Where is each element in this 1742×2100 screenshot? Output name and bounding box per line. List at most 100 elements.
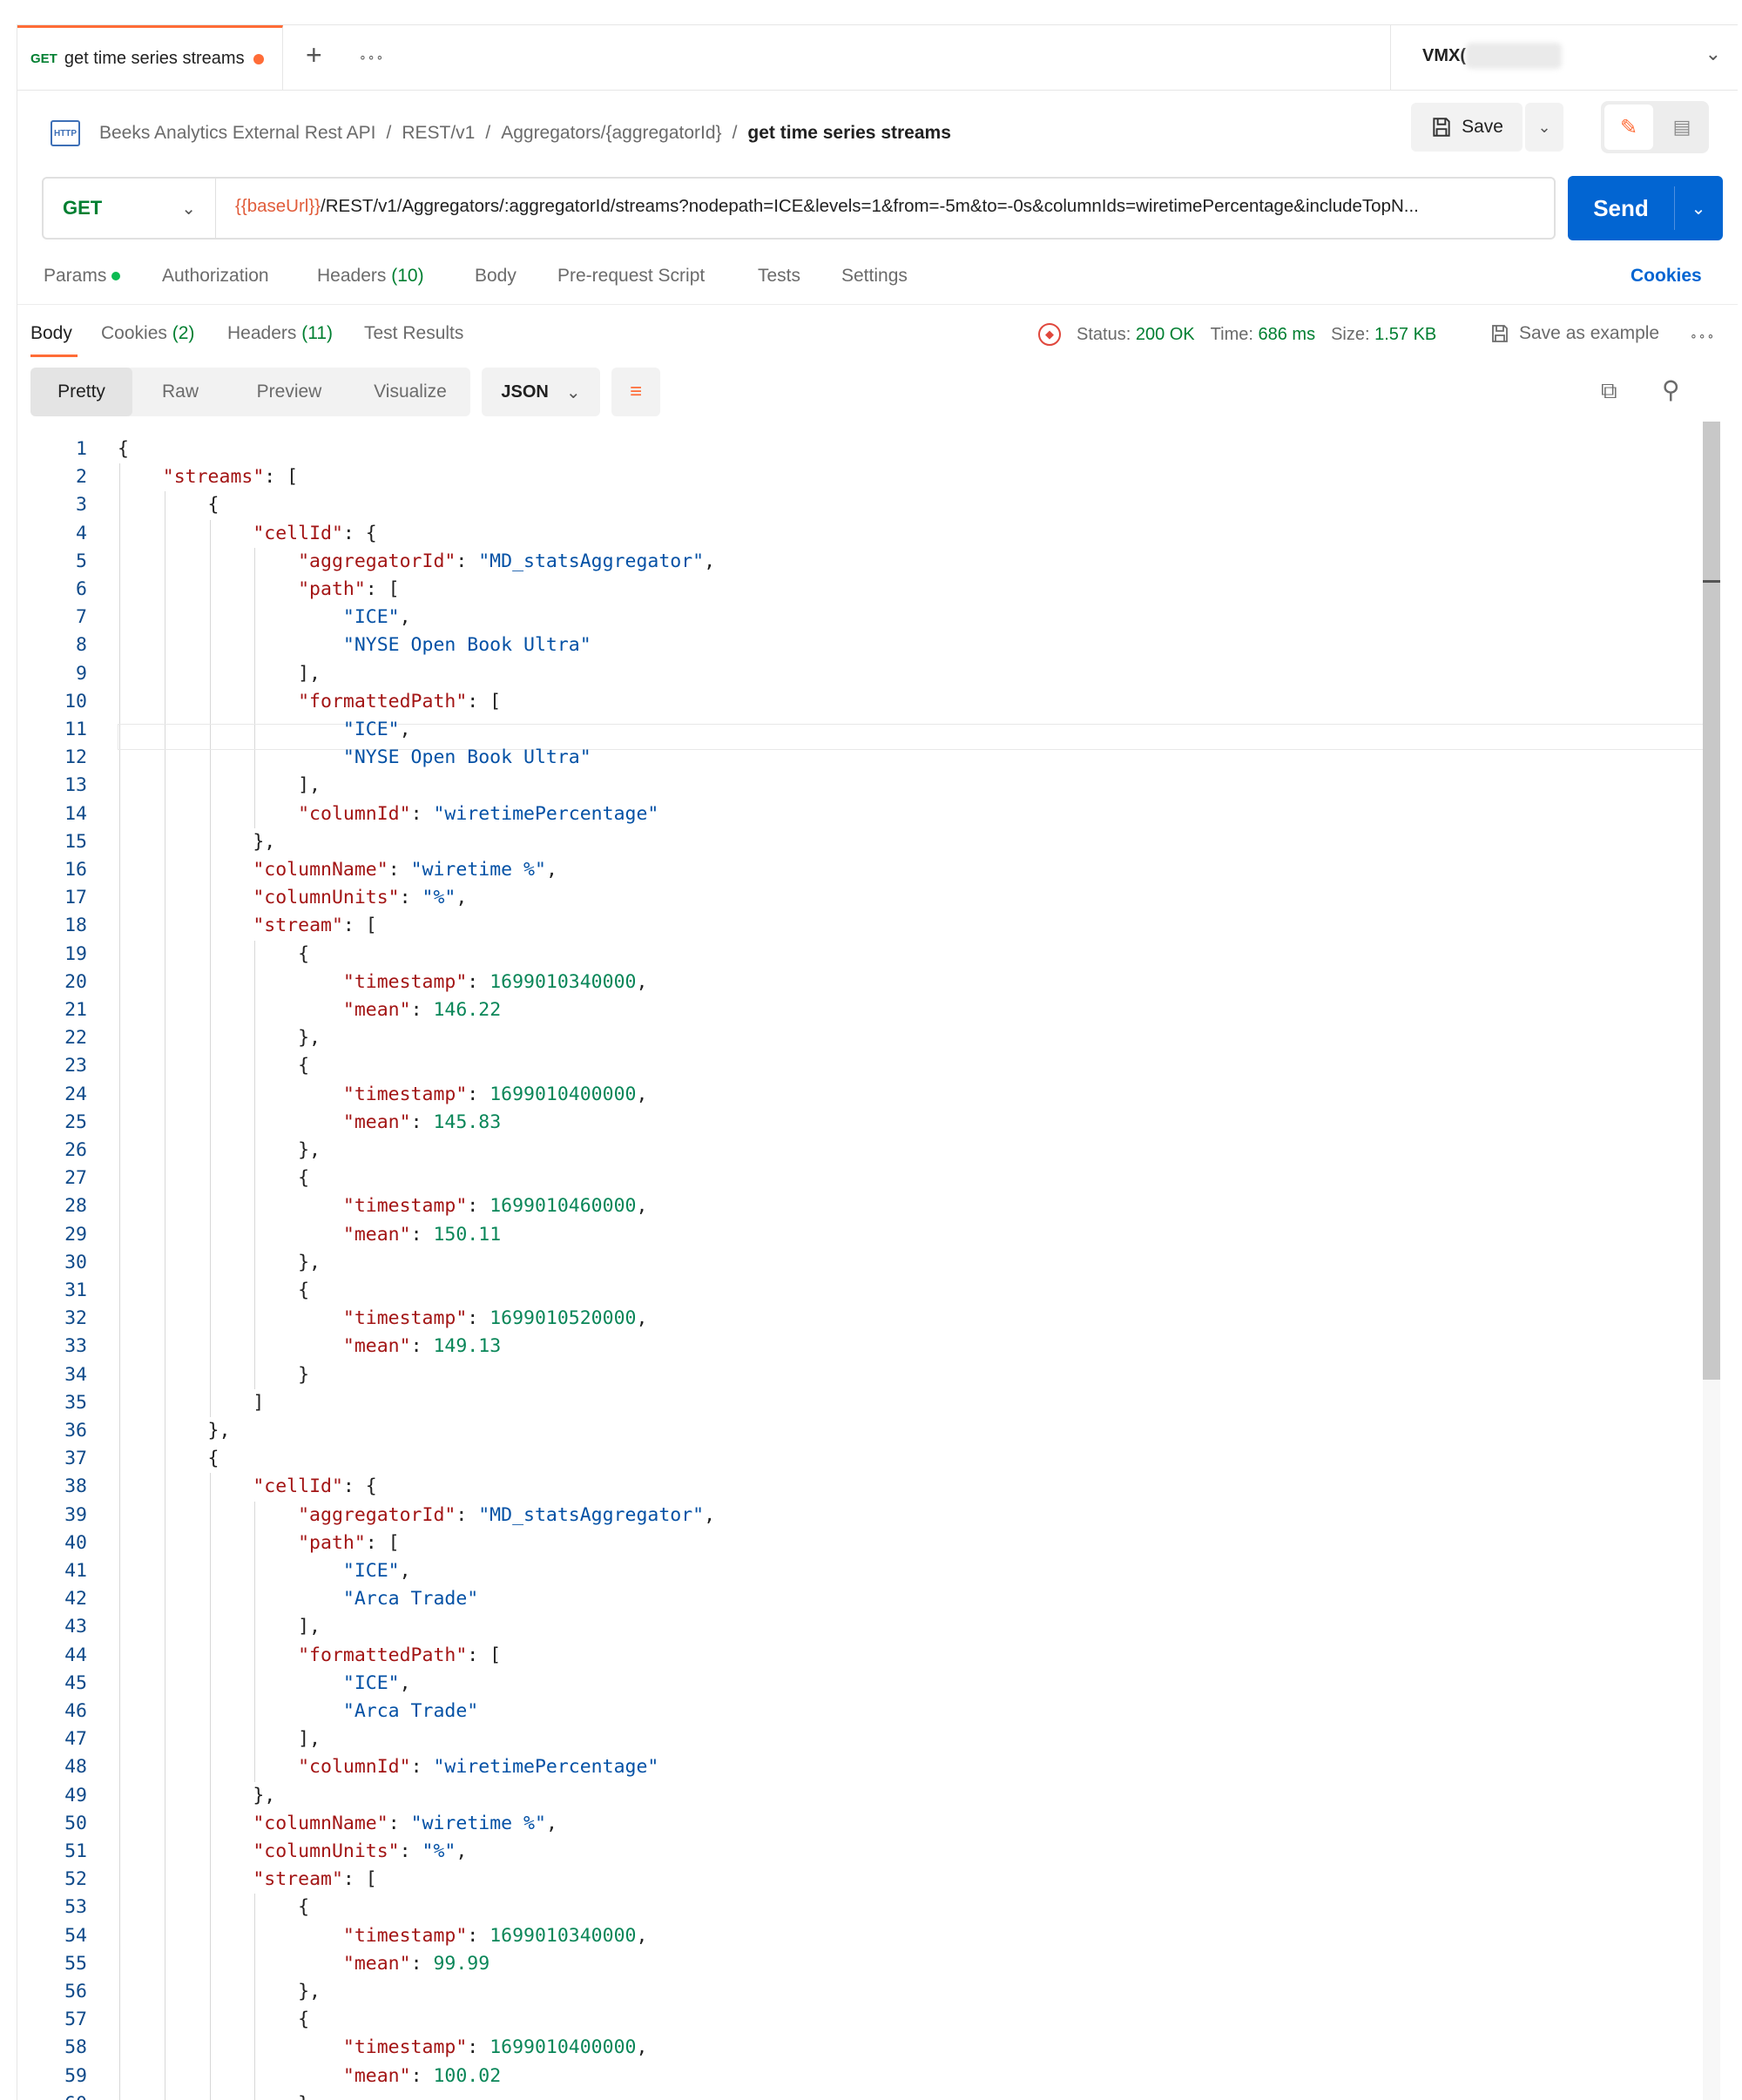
save-button[interactable]: Save — [1411, 103, 1523, 152]
response-tab-cookies[interactable]: Cookies (2) — [101, 323, 194, 344]
status-info[interactable]: Status: 200 OK — [1077, 325, 1195, 345]
tab-settings[interactable]: Settings — [841, 266, 908, 287]
active-tab-indicator — [30, 355, 78, 357]
method-select[interactable]: GET ⌄ — [44, 179, 216, 238]
line-number: 2 — [76, 466, 87, 489]
code-line: 26 }, — [17, 1137, 1720, 1165]
environment-selector[interactable]: VMX( ⌄ — [1390, 25, 1738, 90]
url-bar: GET ⌄ {{baseUrl}}/REST/v1/Aggregators/:a… — [42, 177, 1556, 240]
breadcrumb-folder-aggregators[interactable]: Aggregators/{aggregatorId} — [501, 123, 721, 144]
code-text: { — [118, 2009, 310, 2031]
save-as-example-button[interactable]: Save as example — [1489, 323, 1659, 344]
line-number: 56 — [64, 1981, 87, 2002]
code-text: "timestamp": 1699010340000, — [342, 1924, 648, 1947]
breadcrumb-collection[interactable]: Beeks Analytics External Rest API — [99, 123, 375, 144]
code-line: 49 }, — [17, 1782, 1720, 1810]
format-select[interactable]: JSON ⌄ — [482, 368, 600, 416]
view-visualize[interactable]: Visualize — [350, 368, 470, 416]
code-text: }, — [118, 2090, 321, 2100]
scrollbar-thumb[interactable] — [1703, 422, 1720, 1380]
tab-headers[interactable]: Headers (10) — [317, 266, 424, 287]
code-line: 60 }, — [17, 2090, 1720, 2100]
tab-tests[interactable]: Tests — [758, 266, 800, 287]
view-mode-group: Pretty Raw Preview Visualize — [30, 368, 470, 416]
line-number: 11 — [64, 719, 87, 740]
code-line: 40 "path": [ — [17, 1529, 1720, 1557]
code-text: "ICE", — [342, 1560, 411, 1582]
line-number: 10 — [64, 690, 87, 712]
view-raw[interactable]: Raw — [132, 368, 228, 416]
response-tabs: Body Cookies (2) Headers (11) Test Resul… — [17, 307, 1738, 360]
code-text: ], — [118, 1728, 321, 1751]
line-number: 39 — [64, 1503, 87, 1526]
environment-name: VMX( — [1422, 46, 1466, 65]
documentation-icon[interactable]: ▤ — [1658, 105, 1705, 150]
globe-network-icon[interactable]: ◆ — [1038, 323, 1061, 346]
breadcrumb-separator: / — [732, 123, 738, 143]
line-number: 55 — [64, 1952, 87, 1975]
code-line: 10 "formattedPath": [ — [17, 688, 1720, 716]
code-line: 28 "timestamp": 1699010460000, — [17, 1192, 1720, 1220]
code-text: ] — [118, 1391, 265, 1414]
response-body-editor[interactable]: 1{2 "streams": [3 {4 "cellId": {5 "aggre… — [17, 422, 1720, 2100]
new-tab-plus-icon[interactable]: + — [306, 41, 322, 69]
code-text: "formattedPath": [ — [298, 690, 502, 712]
line-number: 4 — [76, 522, 87, 544]
save-options-chevron-icon[interactable]: ⌄ — [1525, 103, 1563, 152]
cookies-link[interactable]: Cookies — [1631, 266, 1702, 287]
copy-icon[interactable]: ⧉ — [1601, 377, 1617, 405]
request-tab[interactable]: GET get time series streams — [17, 25, 283, 90]
line-number: 52 — [64, 1868, 87, 1891]
response-tab-test-results[interactable]: Test Results — [364, 323, 463, 344]
search-icon[interactable]: ⚲ — [1662, 375, 1680, 404]
code-text: "columnId": "wiretimePercentage" — [298, 1756, 659, 1779]
breadcrumb-current-request[interactable]: get time series streams — [747, 123, 950, 144]
time-info[interactable]: Time: 686 ms — [1211, 325, 1315, 345]
tab-params[interactable]: Params — [44, 266, 121, 287]
send-options-chevron-icon[interactable]: ⌄ — [1674, 176, 1723, 240]
code-text: { — [118, 1448, 219, 1470]
line-number: 27 — [64, 1167, 87, 1190]
line-number: 18 — [64, 915, 87, 937]
line-number: 45 — [64, 1671, 87, 1694]
postman-window: GET get time series streams + ∘∘∘ VMX( ⌄… — [17, 24, 1738, 2100]
response-tab-headers[interactable]: Headers (11) — [227, 323, 333, 344]
code-text: "mean": 150.11 — [342, 1223, 502, 1246]
line-number: 20 — [64, 970, 87, 993]
wrap-lines-icon[interactable]: ≡ — [611, 368, 660, 416]
more-options-icon[interactable]: ∘∘∘ — [1690, 328, 1715, 343]
code-text: { — [118, 438, 129, 460]
code-line: 42 "Arca Trade" — [17, 1585, 1720, 1613]
tab-prerequest-script[interactable]: Pre-request Script — [557, 266, 705, 287]
code-line: 33 "mean": 149.13 — [17, 1333, 1720, 1361]
response-tab-body[interactable]: Body — [30, 323, 72, 344]
line-number: 59 — [64, 2064, 87, 2087]
more-tabs-icon[interactable]: ∘∘∘ — [359, 50, 384, 64]
code-text: "mean": 145.83 — [342, 1111, 502, 1133]
code-text: "timestamp": 1699010520000, — [342, 1307, 648, 1330]
code-text: "NYSE Open Book Ultra" — [342, 746, 591, 769]
code-text: "timestamp": 1699010460000, — [342, 1195, 648, 1218]
breadcrumb-folder-rest[interactable]: REST/v1 — [402, 123, 475, 144]
view-preview[interactable]: Preview — [228, 368, 350, 416]
edit-pencil-icon[interactable]: ✎ — [1604, 105, 1653, 150]
code-text: }, — [118, 1784, 276, 1806]
code-text: "ICE", — [342, 606, 411, 629]
tab-authorization[interactable]: Authorization — [162, 266, 269, 287]
view-pretty[interactable]: Pretty — [30, 368, 132, 416]
line-number: 22 — [64, 1027, 87, 1050]
tab-body[interactable]: Body — [475, 266, 517, 287]
method-value: GET — [63, 197, 103, 219]
line-number: 14 — [64, 802, 87, 825]
code-line: 59 "mean": 100.02 — [17, 2063, 1720, 2090]
params-active-dot-icon — [111, 272, 121, 281]
line-number: 53 — [64, 1896, 87, 1919]
line-number: 50 — [64, 1812, 87, 1834]
chevron-down-icon: ⌄ — [565, 382, 581, 402]
url-input[interactable]: {{baseUrl}}/REST/v1/Aggregators/:aggrega… — [235, 196, 1542, 217]
size-info[interactable]: Size: 1.57 KB — [1331, 325, 1436, 345]
code-line: 16 "columnName": "wiretime %", — [17, 856, 1720, 884]
code-text: { — [118, 1280, 310, 1301]
breadcrumb-separator: / — [386, 123, 392, 143]
send-button[interactable]: Send — [1568, 176, 1674, 240]
